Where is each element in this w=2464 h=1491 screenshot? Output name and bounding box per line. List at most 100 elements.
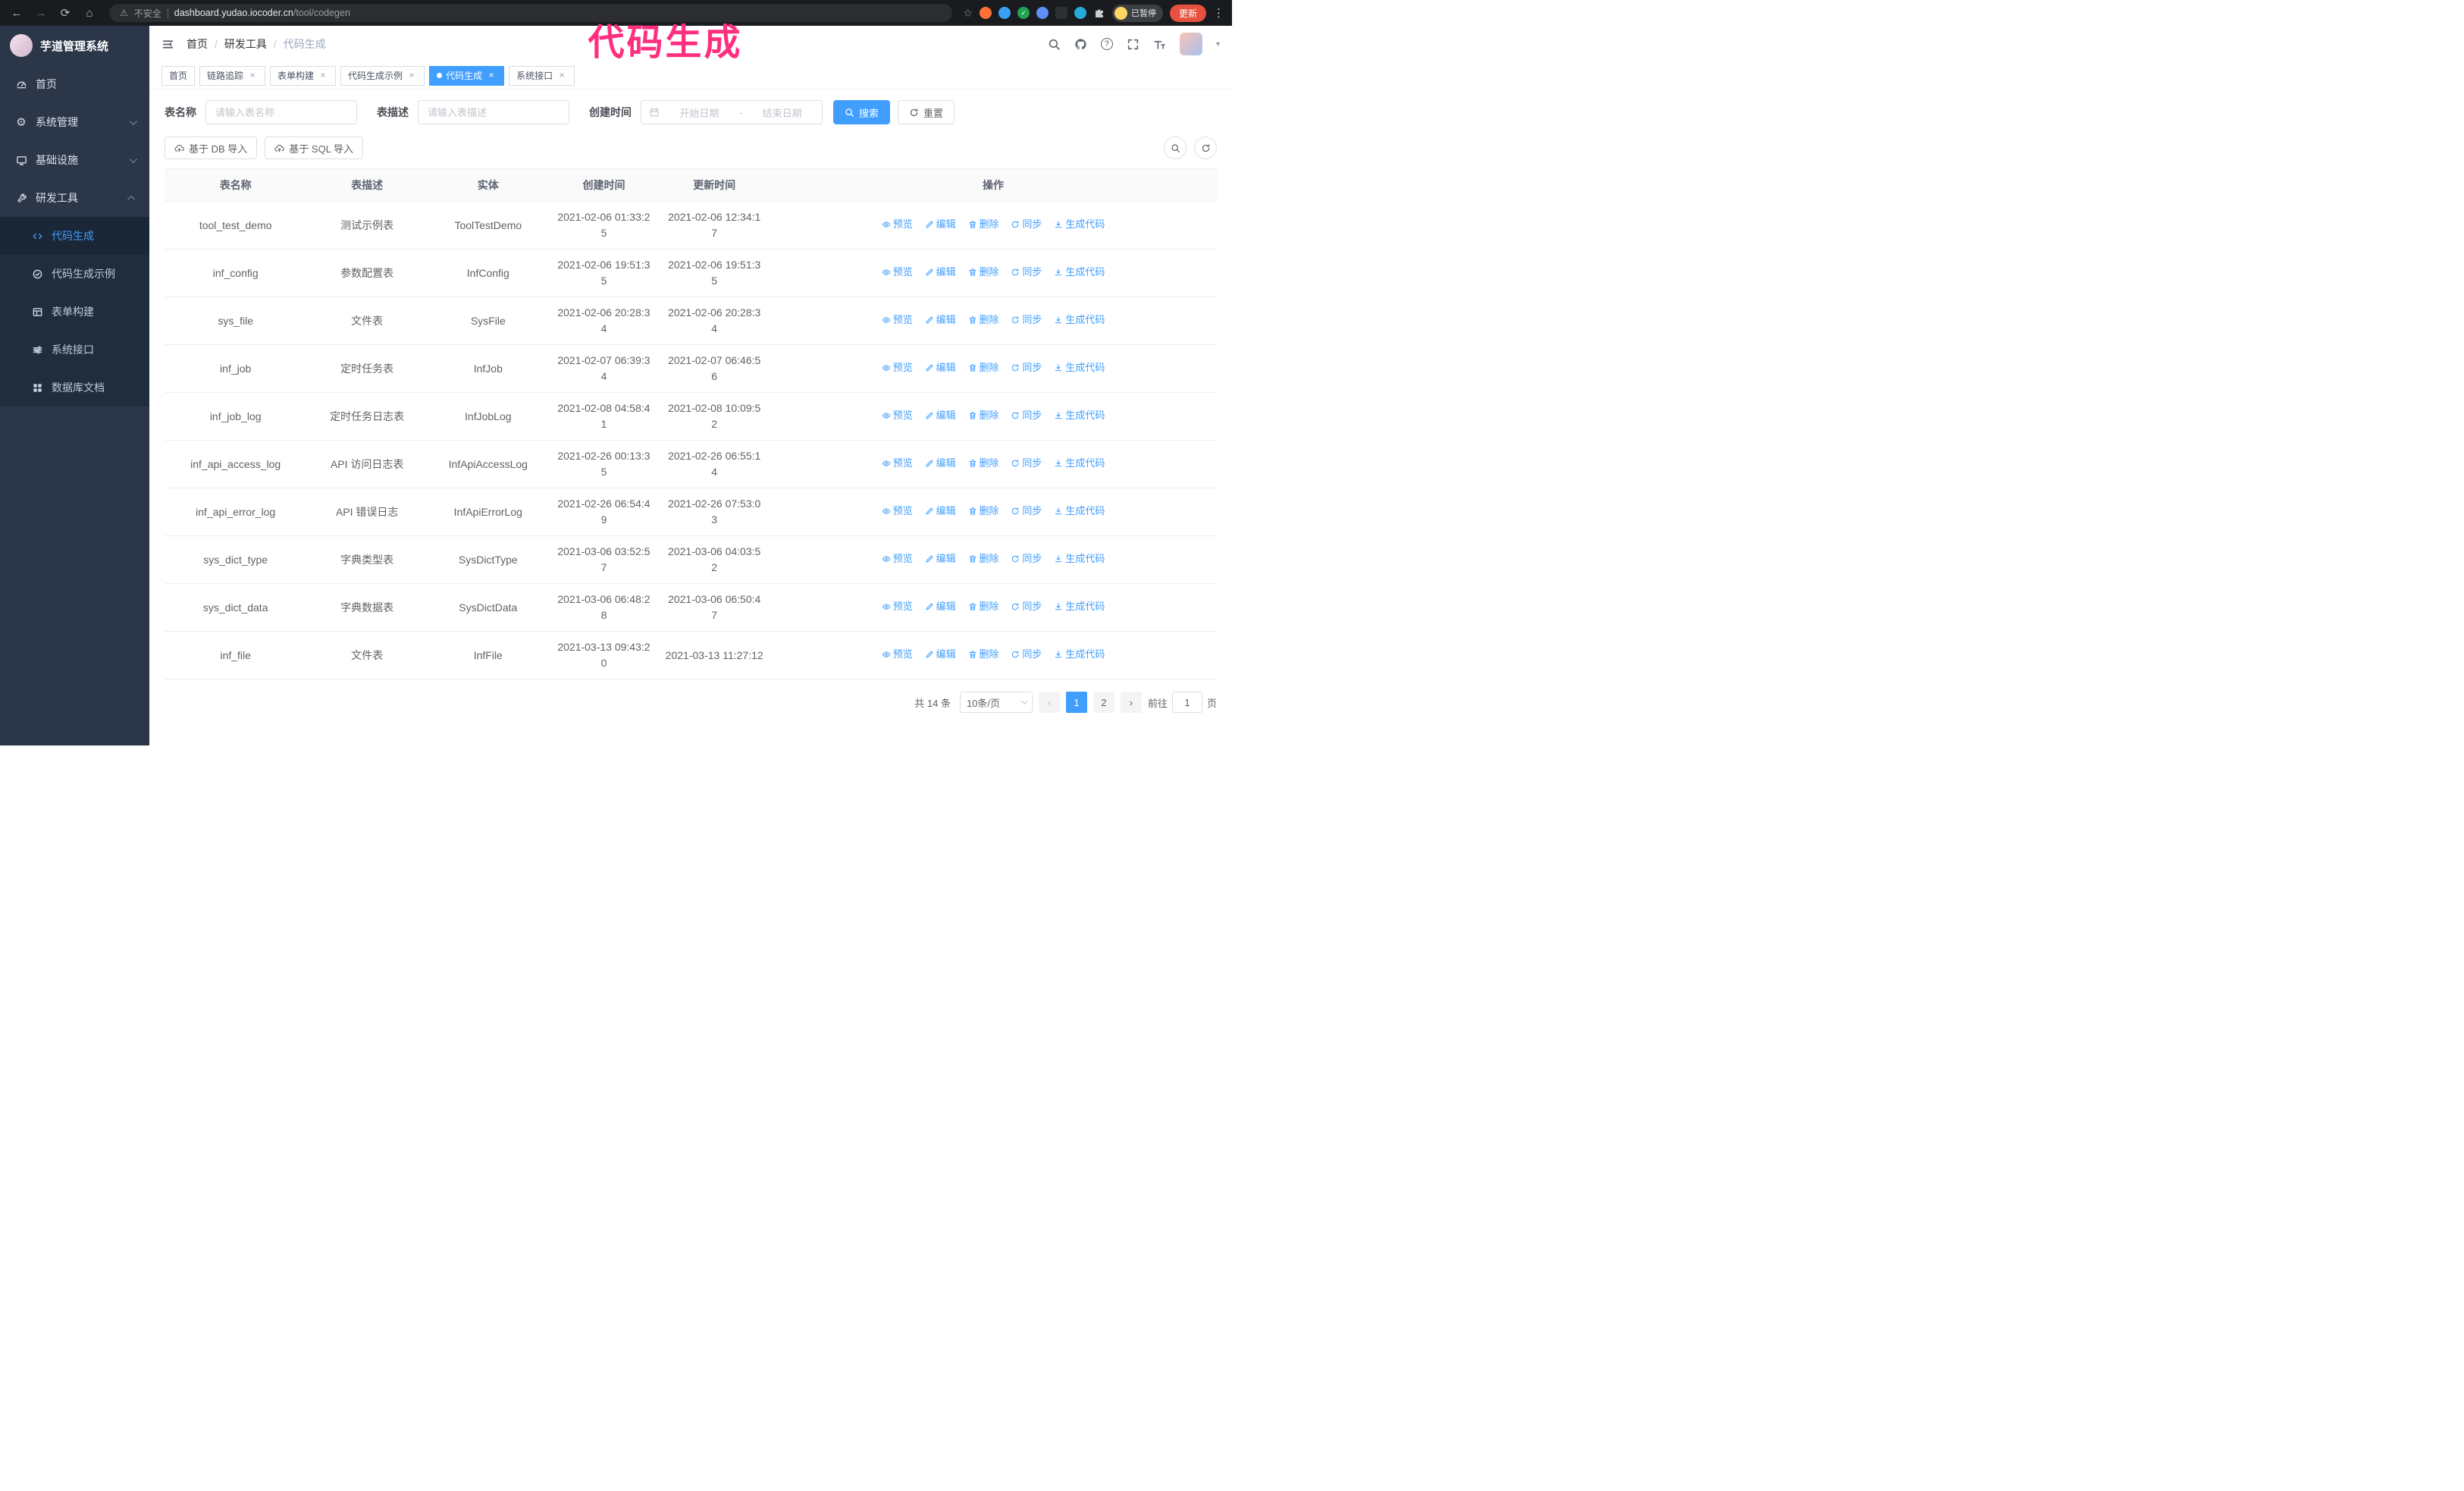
github-icon[interactable]	[1074, 38, 1087, 51]
delete-link[interactable]: 删除	[968, 217, 999, 232]
avatar-caret-icon[interactable]: ▾	[1216, 40, 1220, 49]
delete-link[interactable]: 删除	[968, 265, 999, 280]
reset-button[interactable]: 重置	[898, 100, 955, 124]
tab-form-builder[interactable]: 表单构建 ×	[270, 65, 337, 86]
generate-code-link[interactable]: 生成代码	[1054, 599, 1105, 614]
generate-code-link[interactable]: 生成代码	[1054, 312, 1105, 328]
import-sql-button[interactable]: 基于 SQL 导入	[265, 137, 364, 159]
bookmark-star-icon[interactable]: ☆	[963, 7, 973, 20]
sync-link[interactable]: 同步	[1011, 647, 1042, 662]
preview-link[interactable]: 预览	[882, 647, 913, 662]
sync-link[interactable]: 同步	[1011, 551, 1042, 567]
extension-icon-drop[interactable]	[998, 7, 1011, 19]
reload-icon[interactable]: ⟳	[56, 4, 74, 22]
back-icon[interactable]: ←	[8, 4, 26, 22]
extension-icon-bird[interactable]	[1074, 7, 1086, 19]
preview-link[interactable]: 预览	[882, 408, 913, 423]
preview-link[interactable]: 预览	[882, 265, 913, 280]
edit-link[interactable]: 编辑	[925, 217, 956, 232]
puzzle-icon[interactable]	[1093, 7, 1105, 19]
sync-link[interactable]: 同步	[1011, 504, 1042, 519]
collapse-menu-icon[interactable]	[161, 38, 174, 51]
preview-link[interactable]: 预览	[882, 551, 913, 567]
close-icon[interactable]: ×	[486, 70, 497, 81]
sync-link[interactable]: 同步	[1011, 312, 1042, 328]
edit-link[interactable]: 编辑	[925, 599, 956, 614]
extension-icon-users[interactable]	[1036, 7, 1049, 19]
delete-link[interactable]: 删除	[968, 647, 999, 662]
tab-codegen-example[interactable]: 代码生成示例 ×	[340, 65, 425, 86]
tab-trace[interactable]: 链路追踪 ×	[199, 65, 266, 86]
date-range-picker[interactable]: 开始日期 - 结束日期	[641, 100, 823, 124]
user-avatar[interactable]	[1179, 33, 1202, 55]
tab-api[interactable]: 系统接口 ×	[509, 65, 575, 86]
search-button[interactable]: 搜索	[833, 100, 891, 124]
edit-link[interactable]: 编辑	[925, 312, 956, 328]
sidebar-item-infra[interactable]: 基础设施	[0, 141, 149, 179]
generate-code-link[interactable]: 生成代码	[1054, 217, 1105, 232]
sync-link[interactable]: 同步	[1011, 217, 1042, 232]
help-icon[interactable]: ?	[1100, 38, 1113, 50]
generate-code-link[interactable]: 生成代码	[1054, 408, 1105, 423]
edit-link[interactable]: 编辑	[925, 504, 956, 519]
page-button-2[interactable]: 2	[1092, 692, 1114, 713]
delete-link[interactable]: 删除	[968, 599, 999, 614]
prev-page-button[interactable]: ‹	[1038, 692, 1060, 713]
home-icon[interactable]: ⌂	[80, 4, 99, 22]
preview-link[interactable]: 预览	[882, 599, 913, 614]
extension-icon-fox[interactable]	[979, 7, 992, 19]
generate-code-link[interactable]: 生成代码	[1054, 456, 1105, 471]
preview-link[interactable]: 预览	[882, 504, 913, 519]
forward-icon[interactable]: →	[32, 4, 50, 22]
search-icon[interactable]	[1048, 38, 1061, 51]
sidebar-item-devtools[interactable]: 研发工具	[0, 179, 149, 217]
fullscreen-icon[interactable]	[1127, 38, 1140, 51]
generate-code-link[interactable]: 生成代码	[1054, 265, 1105, 280]
preview-link[interactable]: 预览	[882, 360, 913, 375]
sync-link[interactable]: 同步	[1011, 265, 1042, 280]
edit-link[interactable]: 编辑	[925, 456, 956, 471]
close-icon[interactable]: ×	[556, 70, 567, 81]
edit-link[interactable]: 编辑	[925, 265, 956, 280]
delete-link[interactable]: 删除	[968, 504, 999, 519]
sidebar-item-system[interactable]: ⚙ 系统管理	[0, 103, 149, 141]
tab-home[interactable]: 首页	[161, 65, 196, 86]
sidebar-item-codegen[interactable]: 代码生成	[0, 217, 149, 255]
sync-link[interactable]: 同步	[1011, 408, 1042, 423]
browser-menu-icon[interactable]: ⋮	[1213, 6, 1224, 20]
url-bar[interactable]: ⚠ 不安全 dashboard.yudao.iocoder.cn/tool/co…	[109, 4, 953, 22]
preview-link[interactable]: 预览	[882, 217, 913, 232]
edit-link[interactable]: 编辑	[925, 551, 956, 567]
close-icon[interactable]: ×	[318, 70, 328, 81]
sync-link[interactable]: 同步	[1011, 599, 1042, 614]
generate-code-link[interactable]: 生成代码	[1054, 504, 1105, 519]
edit-link[interactable]: 编辑	[925, 647, 956, 662]
sync-link[interactable]: 同步	[1011, 360, 1042, 375]
next-page-button[interactable]: ›	[1120, 692, 1142, 713]
delete-link[interactable]: 删除	[968, 408, 999, 423]
edit-link[interactable]: 编辑	[925, 360, 956, 375]
preview-link[interactable]: 预览	[882, 456, 913, 471]
sidebar-item-codegen-example[interactable]: 代码生成示例	[0, 255, 149, 293]
extension-icon-switch[interactable]	[1055, 7, 1067, 19]
delete-link[interactable]: 删除	[968, 312, 999, 328]
extension-icon-check[interactable]: ✓	[1017, 7, 1030, 19]
preview-link[interactable]: 预览	[882, 312, 913, 328]
close-icon[interactable]: ×	[406, 70, 417, 81]
generate-code-link[interactable]: 生成代码	[1054, 360, 1105, 375]
sidebar-item-api[interactable]: 系统接口	[0, 331, 149, 369]
generate-code-link[interactable]: 生成代码	[1054, 647, 1105, 662]
breadcrumb-home[interactable]: 首页	[187, 36, 208, 52]
tab-codegen[interactable]: 代码生成 ×	[429, 65, 505, 86]
table-name-input[interactable]	[205, 100, 357, 124]
sidebar-item-form-builder[interactable]: 表单构建	[0, 293, 149, 331]
table-desc-input[interactable]	[418, 100, 569, 124]
delete-link[interactable]: 删除	[968, 551, 999, 567]
sync-link[interactable]: 同步	[1011, 456, 1042, 471]
close-icon[interactable]: ×	[247, 70, 258, 81]
sidebar-item-home[interactable]: 首页	[0, 65, 149, 103]
goto-page-input[interactable]	[1171, 692, 1202, 713]
refresh-table-button[interactable]	[1194, 137, 1217, 159]
import-db-button[interactable]: 基于 DB 导入	[165, 137, 258, 159]
paused-badge[interactable]: 已暂停	[1111, 4, 1163, 22]
